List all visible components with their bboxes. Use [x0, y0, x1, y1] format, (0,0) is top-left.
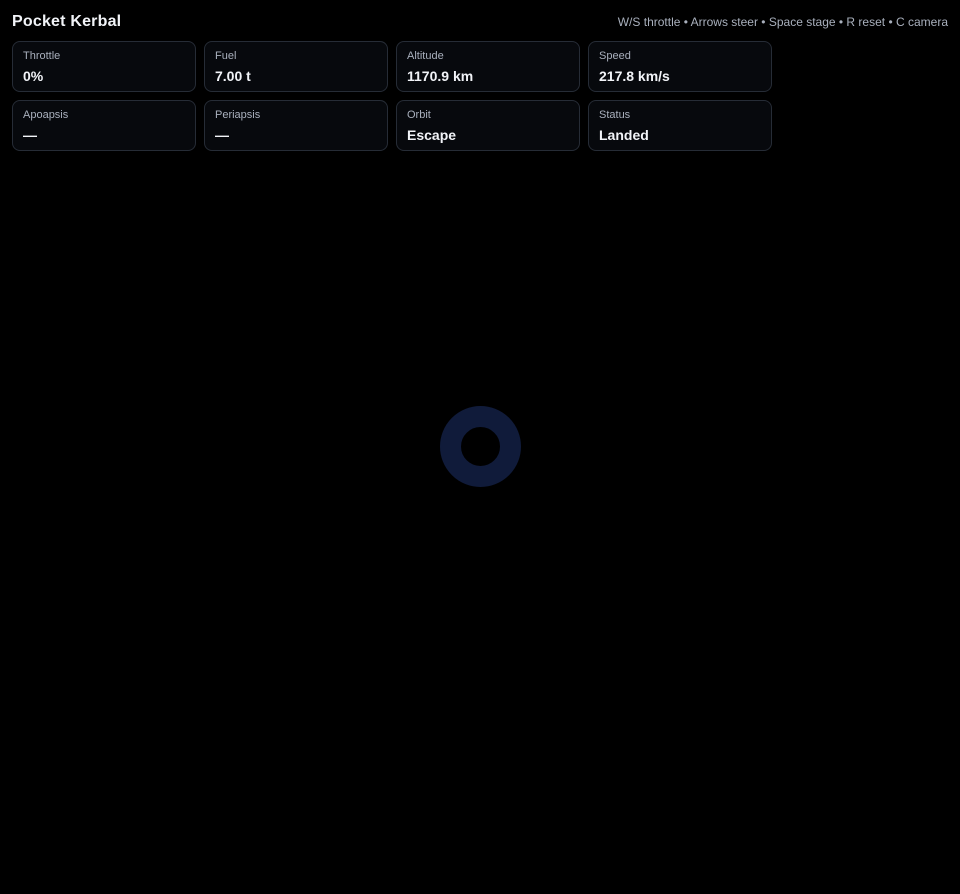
orbit-stat: Orbit Escape [396, 100, 580, 151]
stat-value: — [215, 127, 229, 143]
stat-label: Altitude [407, 50, 444, 62]
telemetry-panel: Throttle 0% Fuel 7.00 t Altitude 1170.9 … [12, 41, 772, 151]
controls-help: W/S throttle • Arrows steer • Space stag… [617, 15, 948, 29]
periapsis-stat: Periapsis — [204, 100, 388, 151]
stat-label: Apoapsis [23, 109, 69, 121]
fuel-stat: Fuel 7.00 t [204, 41, 388, 92]
stat-value: Escape [407, 127, 457, 143]
stat-label: Throttle [23, 50, 61, 62]
top-bar: Pocket Kerbal W/S throttle • Arrows stee… [12, 11, 948, 33]
stat-value: Landed [599, 127, 649, 143]
stat-value: — [23, 127, 37, 143]
stat-label: Orbit [407, 109, 431, 121]
stat-value: 7.00 t [215, 68, 251, 84]
status-stat: Status Landed [588, 100, 772, 151]
stat-label: Fuel [215, 50, 237, 62]
stat-value: 0% [23, 68, 44, 84]
game-viewport[interactable] [0, 160, 960, 894]
planet [440, 406, 521, 487]
stat-label: Status [599, 109, 631, 121]
apoapsis-stat: Apoapsis — [12, 100, 196, 151]
app-title: Pocket Kerbal [12, 13, 122, 30]
throttle-stat: Throttle 0% [12, 41, 196, 92]
stat-value: 1170.9 km [407, 68, 474, 84]
stat-label: Speed [599, 50, 631, 62]
speed-stat: Speed 217.8 km/s [588, 41, 772, 92]
altitude-stat: Altitude 1170.9 km [396, 41, 580, 92]
stat-label: Periapsis [215, 109, 261, 121]
stat-value: 217.8 km/s [599, 68, 670, 84]
